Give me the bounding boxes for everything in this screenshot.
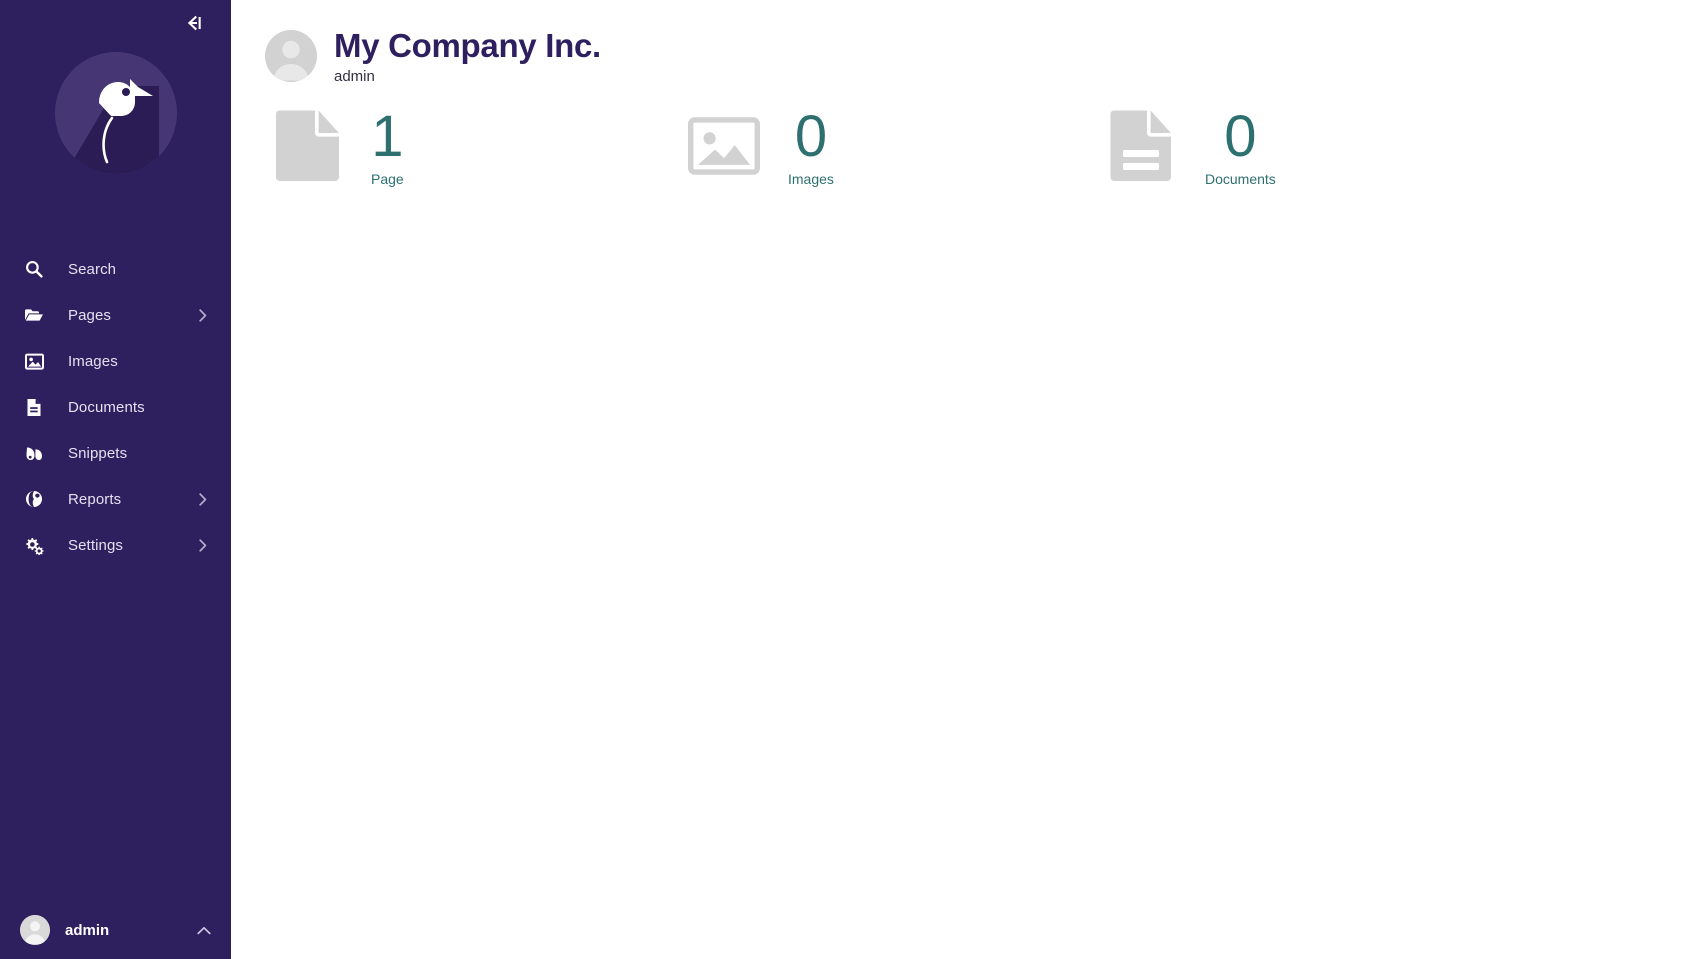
cogs-icon [23,534,45,556]
folder-open-icon [23,304,45,326]
summary-item-pages[interactable]: 1 Page [271,103,688,187]
summary-label: Documents [1205,170,1276,187]
sidebar-item-pages[interactable]: Pages [0,292,231,338]
sidebar-item-label: Reports [68,490,122,508]
sidebar-item-images[interactable]: Images [0,338,231,384]
image-icon [23,350,45,372]
header-username: admin [334,67,375,85]
summary-text-block: 0 Documents [1205,103,1276,187]
sidebar-item-documents[interactable]: Documents [0,384,231,430]
documents-icon [1105,110,1177,182]
summary-label: Page [371,170,404,187]
admin-dashboard: Search Pages Images Documents Snippets R… [0,0,1698,959]
summary-label: Images [788,170,834,187]
chevron-right-icon [197,492,209,506]
summary-text-block: 0 Images [788,103,834,187]
summary-count: 1 [371,103,404,169]
images-icon [688,110,760,182]
sidebar: Search Pages Images Documents Snippets R… [0,0,231,959]
sidebar-item-label: Snippets [68,444,128,462]
sidebar-logo[interactable] [0,46,231,196]
header-text-block: My Company Inc. admin [334,27,601,85]
sidebar-item-label: Images [68,352,118,370]
summary-panel: 1 Page 0 Images 0 Documents [231,103,1698,187]
sidebar-nav: Search Pages Images Documents Snippets R… [0,246,231,568]
sidebar-item-reports[interactable]: Reports [0,476,231,522]
summary-item-images[interactable]: 0 Images [688,103,1105,187]
sidebar-item-search[interactable]: Search [0,246,231,292]
sidebar-item-label: Settings [68,536,123,554]
sidebar-item-label: Search [68,260,117,278]
chevron-right-icon [197,308,209,322]
snippet-icon [23,442,45,464]
sidebar-item-snippets[interactable]: Snippets [0,430,231,476]
summary-item-documents[interactable]: 0 Documents [1105,103,1522,187]
summary-count: 0 [1224,103,1257,169]
chevron-right-icon [197,538,209,552]
sidebar-top-bar [0,0,231,46]
account-username: admin [65,921,110,939]
collapse-menu-icon[interactable] [181,10,207,36]
summary-text-block: 1 Page [371,103,404,187]
wagtail-bird-logo [54,52,177,174]
sidebar-account-menu[interactable]: admin [0,901,231,959]
sidebar-item-label: Documents [68,398,145,416]
user-avatar-icon [265,29,317,82]
globe-icon [23,488,45,510]
summary-count: 0 [794,103,828,169]
search-icon [23,258,45,280]
main-content: My Company Inc. admin 1 Page 0 Images 0 … [231,0,1698,959]
sidebar-item-settings[interactable]: Settings [0,522,231,568]
page-icon [271,110,343,182]
page-header: My Company Inc. admin [231,0,1698,84]
page-title: My Company Inc. [334,27,601,64]
chevron-up-icon [197,923,211,937]
user-avatar-icon [20,915,50,945]
sidebar-item-label: Pages [68,306,112,324]
document-icon [23,396,45,418]
